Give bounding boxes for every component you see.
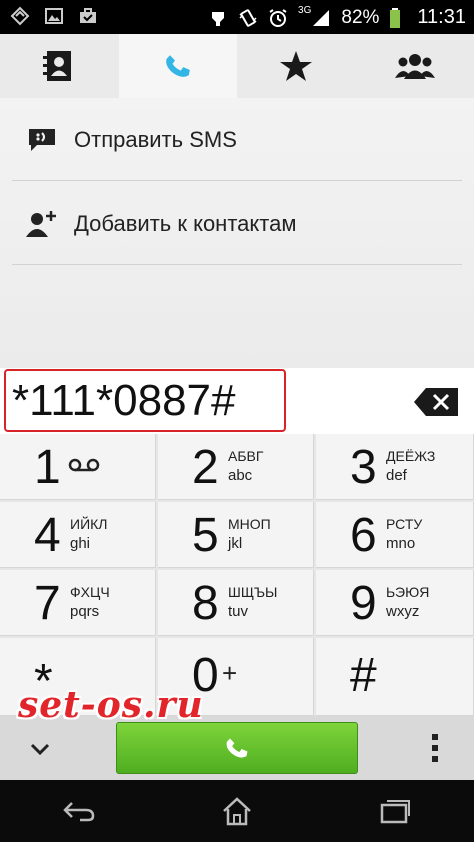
key-letters-en: tuv [228,603,249,620]
key-3[interactable]: 3 ДЕЁЖЗ def [316,434,474,500]
tab-bar [0,34,474,99]
add-contact-row[interactable]: Добавить к контактам [0,182,474,266]
send-sms-label: Отправить SMS [74,127,237,152]
signal-strength-icon [10,6,30,26]
overflow-menu-button[interactable] [420,730,450,766]
chevron-down-icon [30,743,50,755]
key-digit: 8 [192,577,219,630]
key-plus: + [222,658,238,688]
key-hash[interactable]: # [316,638,474,716]
key-letters-en: jkl [228,535,243,552]
key-digit: 6 [350,509,377,562]
backspace-icon[interactable] [414,388,458,416]
key-letters-ru: МНОП [228,516,271,532]
key-6[interactable]: 6 РСТУ mno [316,502,474,568]
tab-phone[interactable] [118,34,237,99]
key-letters-en: mno [386,535,416,552]
phone-icon [165,55,190,77]
key-letters-ru: ЬЭЮЯ [386,584,430,600]
contacts-icon [43,51,72,81]
key-digit: 5 [192,509,219,562]
key-letters-ru: ШЩЪЫ [228,584,278,600]
call-button[interactable] [116,722,358,774]
tab-favorites[interactable] [237,34,356,98]
key-letters-ru: ФХЦЧ [70,584,110,600]
key-2[interactable]: 2 АБВГ abc [158,434,314,500]
battery-icon [390,7,401,28]
key-letters-en: pqrs [70,603,100,620]
send-sms-row[interactable]: Отправить SMS [0,98,474,182]
key-digit: 7 [34,577,61,630]
key-7[interactable]: 7 ФХЦЧ pqrs [0,570,156,636]
tab-groups[interactable] [356,34,474,98]
image-icon [45,8,63,24]
key-letters-ru: АБВГ [228,448,264,464]
highlight-frame [4,369,286,432]
key-letters-en: wxyz [386,603,420,620]
status-left-icons [10,6,98,26]
alarm-icon [269,8,287,27]
recents-icon [380,800,410,824]
back-button[interactable] [49,791,109,831]
recents-button[interactable] [365,791,425,831]
key-1[interactable]: 1 [0,434,156,500]
battery-percent: 82% [341,6,380,28]
signal-bars-icon [313,9,330,26]
key-8[interactable]: 8 ШЩЪЫ tuv [158,570,314,636]
key-letters-ru: ДЕЁЖЗ [386,448,436,464]
key-digit: 4 [34,509,61,562]
network-type: 3G [298,5,312,16]
key-letters-ru: РСТУ [386,516,423,532]
key-digit: # [350,649,377,702]
briefcase-icon [80,8,96,23]
key-digit: 1 [34,441,61,494]
navigation-bar [0,780,474,842]
key-digit: 2 [192,441,219,494]
divider [12,180,462,181]
divider [12,264,462,265]
groups-icon [394,54,435,79]
status-bar: 3G 82% 11:31 [0,0,474,34]
key-9[interactable]: 9 ЬЭЮЯ wxyz [316,570,474,636]
back-icon [63,802,95,822]
watermark: set-os.ru [18,684,204,726]
dialer-suggestions: Отправить SMS Добавить к контактам [0,98,474,368]
home-icon [223,797,251,826]
sms-icon [24,124,60,156]
clock: 11:31 [417,6,466,28]
more-vertical-icon [432,734,438,762]
add-contact-icon [24,208,60,240]
status-right-icons: 3G 82% 11:31 [208,5,466,29]
add-contact-label: Добавить к контактам [74,211,297,236]
keypad: 1 2 АБВГ abc 3 ДЕЁЖЗ def 4 ИЙКЛ ghi 5 МН… [0,434,474,716]
home-button[interactable] [207,791,267,831]
vibrate-icon [239,8,257,27]
tab-contacts[interactable] [0,34,119,98]
key-letters-en: def [386,467,407,484]
ring-icon [212,11,225,26]
collapse-keypad-button[interactable] [20,734,60,764]
key-letters-en: ghi [70,535,91,552]
key-4[interactable]: 4 ИЙКЛ ghi [0,502,156,568]
key-5[interactable]: 5 МНОП jkl [158,502,314,568]
key-letters-en: abc [228,467,253,484]
phone-icon [226,738,248,758]
key-letters-ru: ИЙКЛ [70,516,108,532]
key-digit: 3 [350,441,377,494]
key-digit: 9 [350,577,377,630]
voicemail-icon [68,458,100,472]
star-icon [280,51,313,81]
